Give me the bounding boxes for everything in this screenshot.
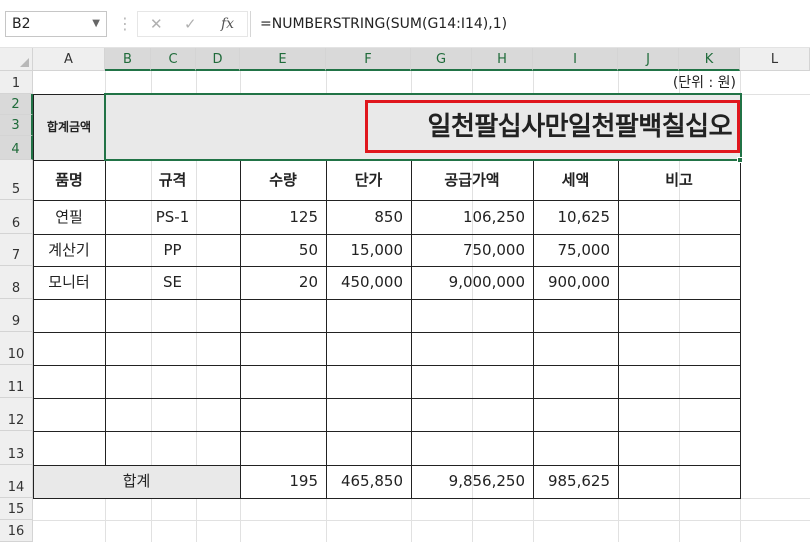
- item-tax[interactable]: 75,000: [533, 234, 618, 266]
- row-header-1[interactable]: 1: [0, 71, 33, 94]
- table-line: [33, 299, 741, 300]
- table-line: [33, 332, 741, 333]
- total-amount-korean[interactable]: 일천팔십사만일천팔백칠십오: [370, 103, 736, 150]
- table-line: [618, 160, 619, 499]
- row-header-2[interactable]: 2: [0, 94, 33, 115]
- row-header-8[interactable]: 8: [0, 266, 33, 299]
- col-header-f[interactable]: F: [326, 48, 411, 71]
- item-qty[interactable]: 125: [240, 200, 326, 234]
- row-number: 5: [11, 182, 21, 197]
- formula-bar: B2 ▼ ⋮ ✕ ✓ fx =NUMBERSTRING(SUM(G14:I14)…: [0, 0, 810, 48]
- col-header-b[interactable]: B: [105, 48, 151, 71]
- col-header-e[interactable]: E: [240, 48, 326, 71]
- chevron-down-icon[interactable]: ▼: [92, 12, 100, 36]
- row-number: 2: [11, 97, 20, 112]
- formula-buttons: ✕ ✓ fx: [137, 11, 248, 37]
- row-number: 1: [11, 76, 21, 91]
- row-number: 9: [11, 314, 21, 329]
- row-header-15[interactable]: 15: [0, 498, 33, 520]
- item-price[interactable]: 15,000: [326, 234, 411, 266]
- item-tax[interactable]: 10,625: [533, 200, 618, 234]
- header-note[interactable]: 비고: [618, 160, 740, 200]
- sum-qty[interactable]: 195: [240, 465, 326, 498]
- row-number: 12: [7, 413, 25, 428]
- insert-function-icon[interactable]: fx: [221, 12, 234, 36]
- header-supply[interactable]: 공급가액: [411, 160, 533, 200]
- gridline: [33, 520, 810, 521]
- sum-supply[interactable]: 9,856,250: [411, 465, 533, 498]
- row-header-16[interactable]: 16: [0, 520, 33, 542]
- col-header-c[interactable]: C: [151, 48, 196, 71]
- sum-price[interactable]: 465,850: [326, 465, 411, 498]
- row-number: 10: [7, 347, 25, 362]
- unit-note[interactable]: (단위 : 원): [618, 71, 740, 94]
- row-number: 7: [11, 248, 21, 263]
- col-header-j[interactable]: J: [618, 48, 679, 71]
- col-header-d[interactable]: D: [196, 48, 240, 71]
- item-qty[interactable]: 20: [240, 266, 326, 299]
- row-header-9[interactable]: 9: [0, 299, 33, 332]
- table-line: [33, 365, 741, 366]
- row-header-7[interactable]: 7: [0, 234, 33, 266]
- col-header-a[interactable]: A: [33, 48, 105, 71]
- enter-icon[interactable]: ✓: [184, 12, 197, 36]
- row-header-10[interactable]: 10: [0, 332, 33, 365]
- formula-input[interactable]: =NUMBERSTRING(SUM(G14:I14),1): [260, 11, 507, 37]
- row-header-3[interactable]: 3: [0, 115, 33, 136]
- row-header-5[interactable]: 5: [0, 160, 33, 200]
- col-header-k[interactable]: K: [679, 48, 740, 71]
- item-name[interactable]: 계산기: [33, 234, 105, 266]
- row-number: 13: [7, 447, 25, 462]
- name-box[interactable]: B2 ▼: [5, 11, 107, 37]
- more-options-icon[interactable]: ⋮: [117, 12, 133, 36]
- row-number: 4: [11, 142, 20, 157]
- worksheet-grid[interactable]: A B C D E F G H I J K L 1 2 3 4 5 6 7 8 …: [0, 48, 810, 542]
- item-spec[interactable]: PS-1: [105, 200, 240, 234]
- cancel-icon[interactable]: ✕: [150, 12, 163, 36]
- row-number: 8: [11, 281, 21, 296]
- table-line: [33, 398, 741, 399]
- item-price[interactable]: 850: [326, 200, 411, 234]
- item-supply[interactable]: 9,000,000: [411, 266, 533, 299]
- item-name[interactable]: 연필: [33, 200, 105, 234]
- row-header-4[interactable]: 4: [0, 136, 33, 160]
- row-number: 6: [11, 216, 21, 231]
- header-spec[interactable]: 규격: [105, 160, 240, 200]
- total-amount-label[interactable]: 합계금액: [33, 94, 105, 160]
- header-qty[interactable]: 수량: [240, 160, 326, 200]
- row-header-14[interactable]: 14: [0, 465, 33, 498]
- item-spec[interactable]: PP: [105, 234, 240, 266]
- item-price[interactable]: 450,000: [326, 266, 411, 299]
- header-tax[interactable]: 세액: [533, 160, 618, 200]
- sum-label[interactable]: 합계: [33, 465, 240, 498]
- col-header-l[interactable]: L: [740, 48, 810, 71]
- header-price[interactable]: 단가: [326, 160, 411, 200]
- row-header-13[interactable]: 13: [0, 431, 33, 465]
- name-box-value: B2: [12, 16, 31, 32]
- table-line: [33, 431, 741, 432]
- row-number: 14: [7, 480, 25, 495]
- col-header-g[interactable]: G: [411, 48, 472, 71]
- header-item[interactable]: 품명: [33, 160, 105, 200]
- item-name[interactable]: 모니터: [33, 266, 105, 299]
- col-header-i[interactable]: I: [533, 48, 618, 71]
- row-header-12[interactable]: 12: [0, 398, 33, 431]
- row-number: 3: [11, 118, 20, 133]
- col-header-h[interactable]: H: [472, 48, 533, 71]
- row-header-6[interactable]: 6: [0, 200, 33, 234]
- item-tax[interactable]: 900,000: [533, 266, 618, 299]
- item-supply[interactable]: 750,000: [411, 234, 533, 266]
- sum-tax[interactable]: 985,625: [533, 465, 618, 498]
- row-number: 15: [7, 502, 25, 517]
- select-all-button[interactable]: [0, 48, 33, 71]
- row-header-11[interactable]: 11: [0, 365, 33, 398]
- row-number: 11: [7, 380, 25, 395]
- item-qty[interactable]: 50: [240, 234, 326, 266]
- divider: [250, 11, 251, 37]
- row-number: 16: [7, 524, 25, 539]
- item-spec[interactable]: SE: [105, 266, 240, 299]
- item-supply[interactable]: 106,250: [411, 200, 533, 234]
